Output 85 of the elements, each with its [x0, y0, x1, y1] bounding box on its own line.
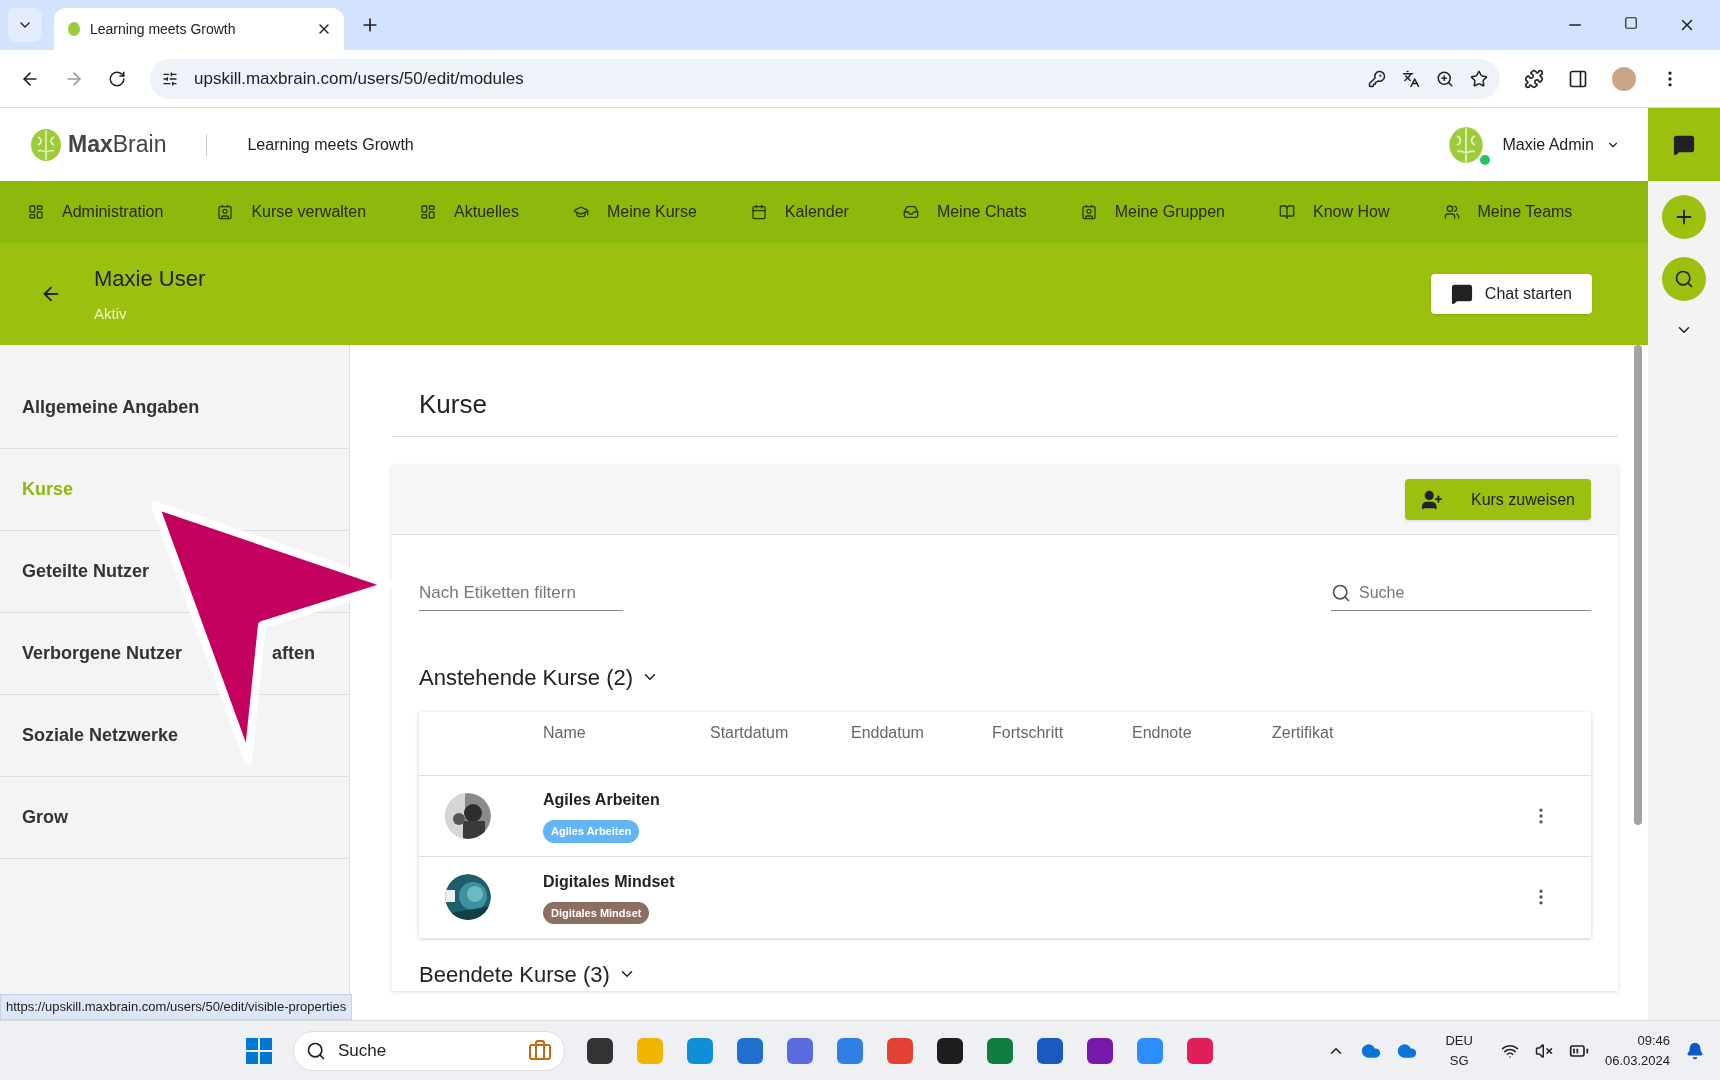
reload-icon[interactable] — [108, 69, 126, 88]
nav-link[interactable]: Meine Teams — [1477, 200, 1573, 224]
chat-button[interactable] — [1648, 108, 1720, 181]
sidebar-item-fragment: aften — [272, 642, 316, 665]
column-header: Name — [543, 723, 587, 744]
clock-date: 06.03.2024 — [1604, 1051, 1670, 1070]
star-icon[interactable] — [1470, 69, 1488, 88]
brain-favicon-icon — [66, 21, 82, 37]
region-label: SG — [1449, 1051, 1469, 1070]
briefcase-icon — [528, 1038, 552, 1063]
course-tag: Digitales Mindset — [543, 901, 650, 925]
translate-icon[interactable] — [1402, 69, 1420, 88]
nav-link[interactable]: Administration — [62, 200, 164, 224]
sidebar-item[interactable]: Allgemeine Angaben — [22, 394, 200, 421]
tagline: Learning meets Growth — [247, 134, 414, 155]
extensions-icon[interactable] — [1524, 68, 1544, 89]
side-panel-icon[interactable] — [1568, 68, 1588, 89]
maximize-icon[interactable] — [1624, 16, 1638, 30]
tag-filter-field[interactable]: Nach Etiketten filtern — [419, 580, 623, 611]
course-name[interactable]: Digitales Mindset — [543, 869, 675, 894]
course-name[interactable]: Agiles Arbeiten — [543, 788, 660, 813]
search-field[interactable]: Suche — [1331, 580, 1591, 611]
chat-icon — [1450, 283, 1473, 305]
url-text: upskill.maxbrain.com/users/50/edit/modules — [194, 67, 525, 90]
inbox-icon — [902, 204, 919, 220]
chat-icon — [1673, 133, 1695, 156]
zoom-icon[interactable] — [1436, 69, 1454, 88]
nav-link[interactable]: Know How — [1313, 200, 1390, 224]
section-toggle[interactable]: Anstehende Kurse (2) — [419, 660, 660, 694]
nav-link[interactable]: Meine Gruppen — [1114, 200, 1225, 224]
search-icon — [1674, 269, 1694, 289]
sidebar-item[interactable]: Grow — [22, 804, 68, 831]
notification-icon[interactable] — [1686, 1041, 1704, 1060]
scrollbar[interactable] — [1634, 345, 1642, 825]
nav-link[interactable]: Aktuelles — [454, 200, 519, 224]
nav-link[interactable]: Kurse verwalten — [251, 200, 367, 224]
nav-link[interactable]: Kalender — [784, 200, 849, 224]
windows-start-icon[interactable] — [245, 1036, 273, 1065]
dashboard-icon — [420, 204, 437, 220]
nav-link[interactable]: Meine Kurse — [607, 200, 697, 224]
course-tag: Agiles Arbeiten — [543, 820, 640, 843]
clock-time: 09:46 — [1637, 1032, 1670, 1050]
app-icon[interactable] — [585, 1035, 615, 1066]
add-button[interactable] — [1662, 195, 1706, 239]
user-name: Maxie User — [94, 265, 206, 294]
key-icon[interactable] — [1368, 69, 1386, 88]
people-icon — [1443, 204, 1460, 220]
app-icon[interactable] — [1085, 1035, 1115, 1066]
add-user-icon — [1420, 488, 1443, 511]
calendar-icon — [750, 204, 767, 220]
mute-icon[interactable] — [1534, 1041, 1553, 1060]
sidebar-item[interactable]: Verborgene Nutzer — [22, 640, 183, 667]
user-status: Aktiv — [94, 304, 128, 325]
app-icon[interactable] — [935, 1035, 965, 1066]
search-icon — [1331, 582, 1351, 603]
sidebar-item[interactable]: Geteilte Nutzer — [22, 558, 150, 585]
language-label: DEU — [1445, 1032, 1473, 1050]
page-title: Kurse — [392, 385, 1618, 437]
brain-logo-icon — [28, 126, 64, 163]
search-input[interactable]: Suche — [1359, 580, 1559, 605]
logo-text: MaxBrain — [68, 130, 167, 160]
search-button[interactable] — [1662, 257, 1706, 301]
site-settings-icon[interactable] — [162, 70, 178, 87]
column-header: Startdatum — [710, 723, 790, 744]
browser-tab[interactable]: Learning meets Growth — [54, 8, 344, 50]
contact-card-icon — [1080, 204, 1097, 220]
taskbar-search[interactable]: Suche — [293, 1030, 565, 1071]
search-icon — [306, 1040, 326, 1061]
tab-title: Learning meets Growth — [90, 19, 237, 39]
book-icon — [1279, 204, 1295, 220]
column-header: Fortschritt — [992, 723, 1065, 744]
sidebar-item[interactable]: Soziale Netzwerke — [22, 722, 179, 749]
nav-link[interactable]: Meine Chats — [936, 200, 1027, 224]
address-bar[interactable]: upskill.maxbrain.com/users/50/edit/modules — [150, 58, 1500, 99]
column-header: Enddatum — [851, 723, 925, 744]
column-header: Endnote — [1132, 723, 1193, 744]
contact-card-icon — [217, 204, 234, 220]
assign-course-button[interactable]: Kurs zuweisen — [1404, 479, 1591, 520]
dashboard-icon — [28, 204, 44, 220]
chat-start-button[interactable]: Chat starten — [1430, 274, 1592, 314]
user-menu[interactable]: Maxie Admin — [1502, 132, 1620, 157]
status-url: https://upskill.maxbrain.com/users/50/edit/visible-properties — [0, 994, 353, 1020]
graduation-cap-icon — [573, 204, 589, 220]
column-header: Zertifikat — [1272, 723, 1335, 744]
section-toggle[interactable]: Beendete Kurse (3) — [419, 957, 636, 991]
